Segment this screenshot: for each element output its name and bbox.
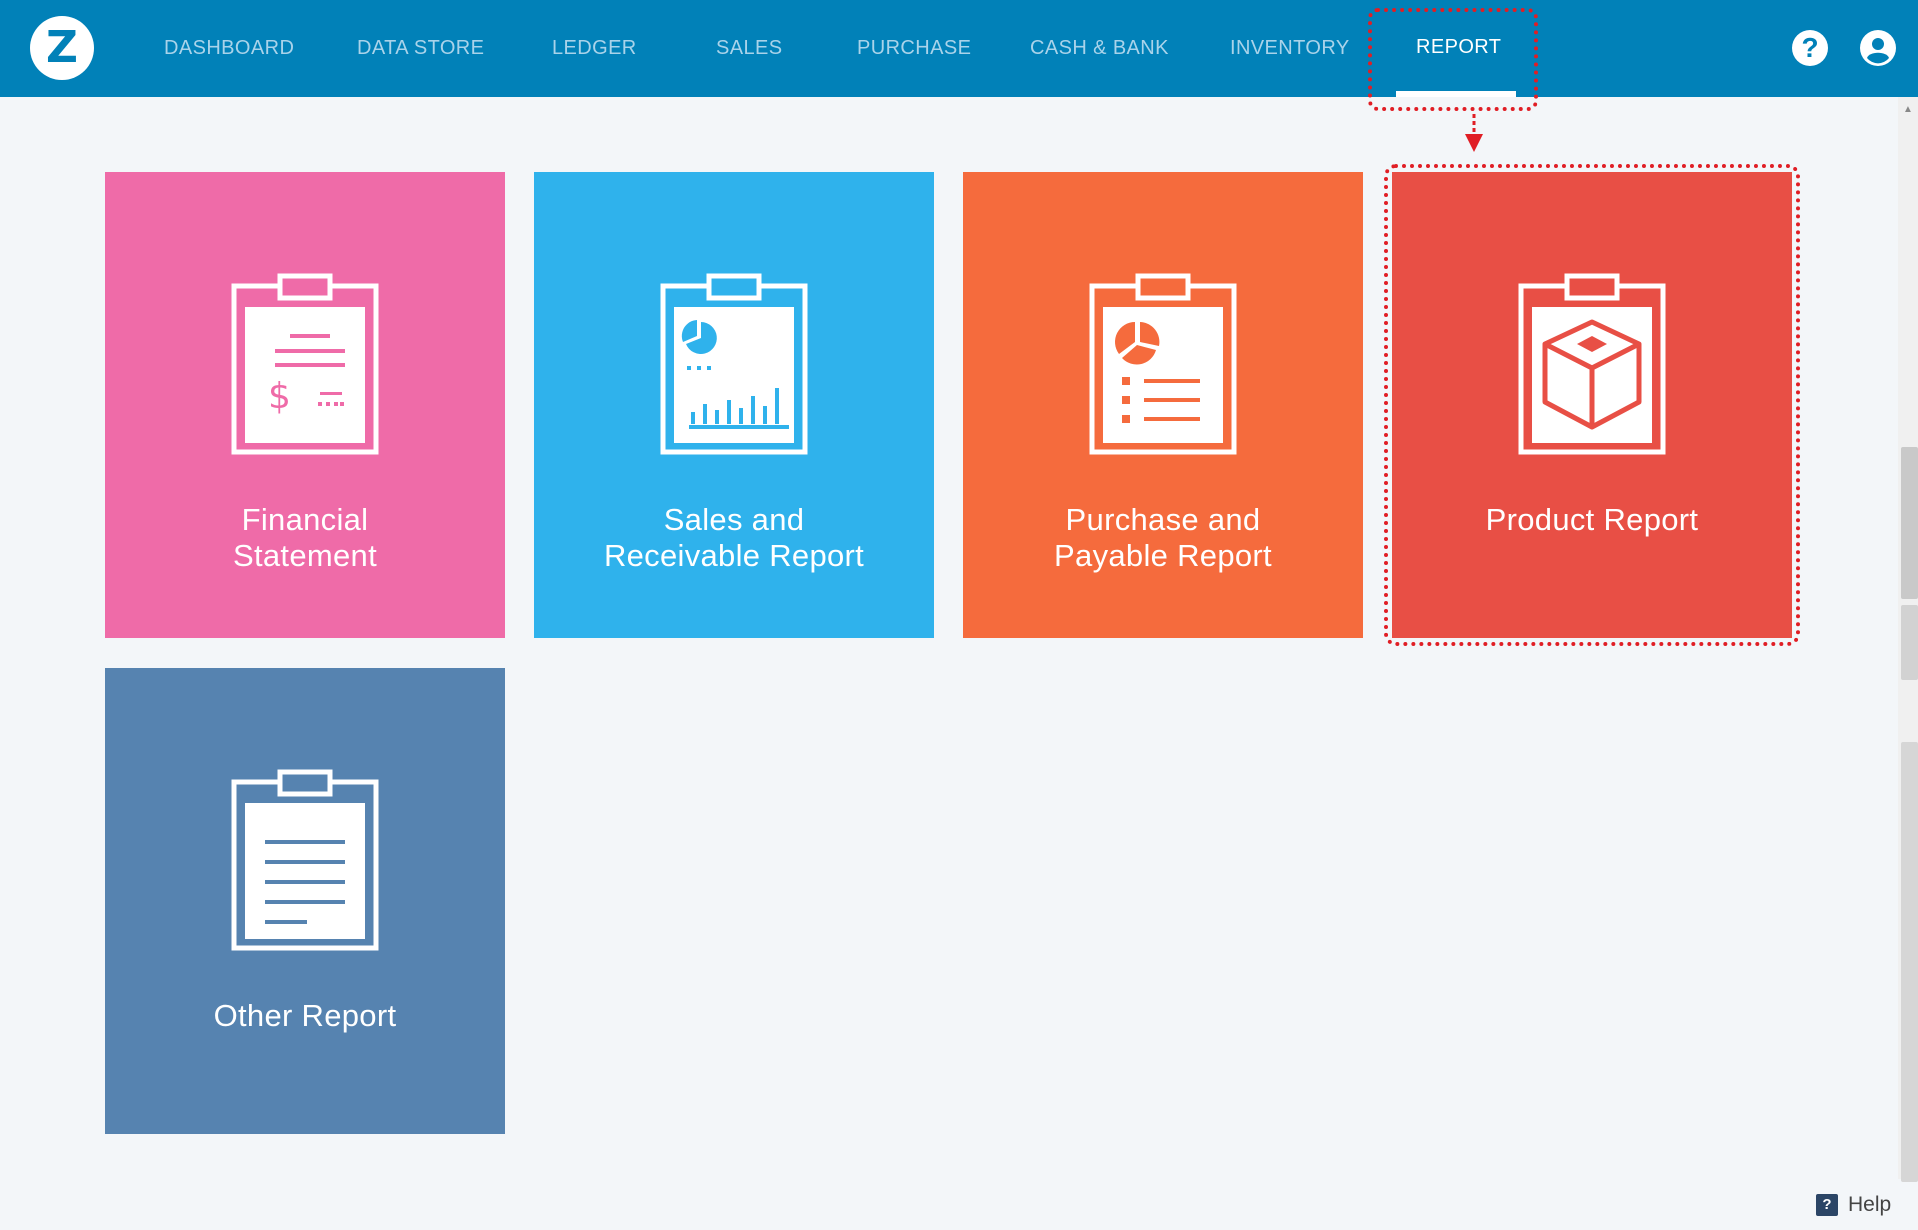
nav-tab-dashboard[interactable]: DASHBOARD [164, 0, 294, 97]
tile-label: Other Report [213, 998, 397, 1033]
help-label: Help [1848, 1193, 1892, 1216]
product-box-icon [1518, 273, 1666, 455]
tile-financial-statement[interactable]: $ Financial Statement [105, 172, 505, 638]
tile-label: Product Report [1485, 502, 1699, 537]
app-logo[interactable]: Z [30, 16, 94, 80]
tile-sales-receivable-report[interactable]: Sales and Receivable Report [534, 172, 934, 638]
active-tab-indicator [1396, 91, 1516, 97]
scroll-up-arrow-icon[interactable]: ▲ [1898, 100, 1918, 120]
user-account-icon[interactable] [1860, 30, 1896, 66]
arrow-down-icon [1465, 114, 1483, 152]
tile-other-report[interactable]: Other Report [105, 668, 505, 1134]
financial-statement-icon: $ [231, 273, 379, 455]
scrollbar-thumb[interactable] [1901, 447, 1918, 599]
tile-product-report[interactable]: Product Report [1392, 172, 1792, 638]
nav-tab-purchase[interactable]: PURCHASE [857, 0, 971, 97]
nav-tab-ledger[interactable]: LEDGER [552, 0, 637, 97]
top-navigation-bar: Z DASHBOARD DATA STORE LEDGER SALES PURC… [0, 0, 1918, 97]
scrollbar-segment [1901, 605, 1918, 680]
tile-label: Purchase and Payable Report [1054, 502, 1272, 573]
svg-text:$: $ [268, 376, 291, 417]
nav-tab-inventory[interactable]: INVENTORY [1230, 0, 1350, 97]
other-report-icon [231, 769, 379, 951]
tile-purchase-payable-report[interactable]: Purchase and Payable Report [963, 172, 1363, 638]
scrollbar-segment [1901, 742, 1918, 1182]
nav-tab-report[interactable]: REPORT [1416, 0, 1501, 97]
help-question-icon: ? [1816, 1194, 1838, 1216]
nav-tab-sales[interactable]: SALES [716, 0, 782, 97]
nav-tab-cash-bank[interactable]: CASH & BANK [1030, 0, 1169, 97]
help-circle-icon[interactable]: ? [1792, 30, 1828, 66]
tile-label: Sales and Receivable Report [603, 502, 865, 573]
help-widget[interactable]: ? Help [1816, 1193, 1891, 1217]
sales-receivable-icon [660, 273, 808, 455]
purchase-payable-icon [1089, 273, 1237, 455]
tile-label: Financial Statement [232, 502, 377, 573]
nav-tab-data-store[interactable]: DATA STORE [357, 0, 484, 97]
